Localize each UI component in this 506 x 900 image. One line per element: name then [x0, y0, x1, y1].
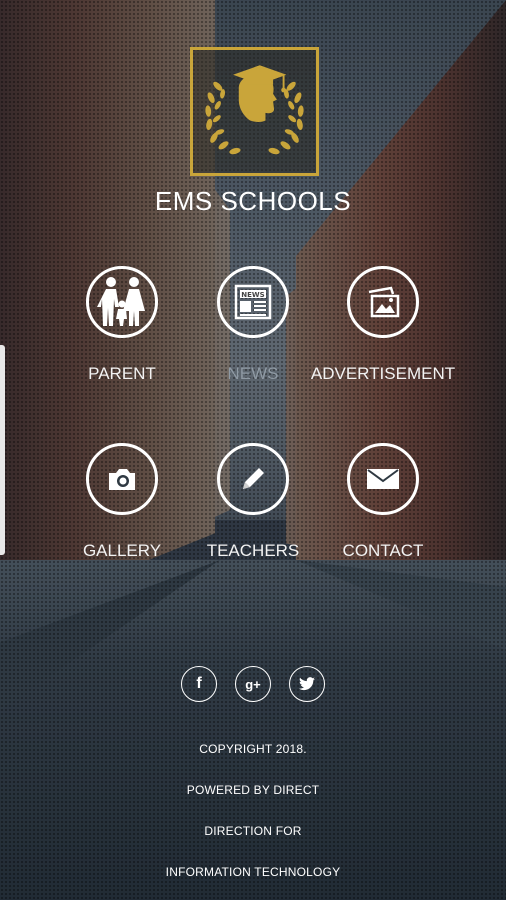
menu-advertisement-button[interactable]: ADVERTISEMENT [308, 266, 458, 384]
social-links: f g+ [0, 666, 506, 702]
menu-parent-label: PARENT [88, 364, 156, 383]
google-plus-icon[interactable]: g+ [235, 666, 271, 702]
footer-copyright: COPYRIGHT 2018. [199, 742, 307, 756]
footer-direction: DIRECTION FOR [204, 824, 302, 838]
pencil-icon [217, 443, 289, 515]
menu-teachers-label: TEACHERS [206, 541, 300, 560]
twitter-icon[interactable] [289, 666, 325, 702]
footer-powered-by: POWERED BY DIRECT [186, 783, 320, 797]
menu-news-button[interactable]: NEWS NEWS [178, 266, 328, 384]
footer-information-technology: INFORMATION TECHNOLOGY [165, 865, 341, 879]
menu-parent-button[interactable]: PARENT [47, 266, 197, 384]
family-icon [86, 266, 158, 338]
menu-news-label: NEWS [227, 364, 279, 383]
envelope-icon [347, 443, 419, 515]
laurel-graduate-icon [205, 65, 304, 155]
menu-contact-label: CONTACT [342, 541, 424, 560]
menu-gallery-button[interactable]: GALLERY [47, 443, 197, 561]
newspaper-icon: NEWS [217, 266, 289, 338]
svg-text:NEWS: NEWS [241, 291, 264, 299]
menu-advertisement-label: ADVERTISEMENT [310, 364, 456, 383]
menu-gallery-label: GALLERY [82, 541, 162, 560]
facebook-icon[interactable]: f [181, 666, 217, 702]
camera-icon [86, 443, 158, 515]
school-logo [190, 47, 319, 176]
menu-teachers-button[interactable]: TEACHERS [178, 443, 328, 561]
menu-contact-button[interactable]: CONTACT [308, 443, 458, 561]
app-title: EMS SCHOOLS [154, 186, 352, 216]
advertisement-icon [347, 266, 419, 338]
